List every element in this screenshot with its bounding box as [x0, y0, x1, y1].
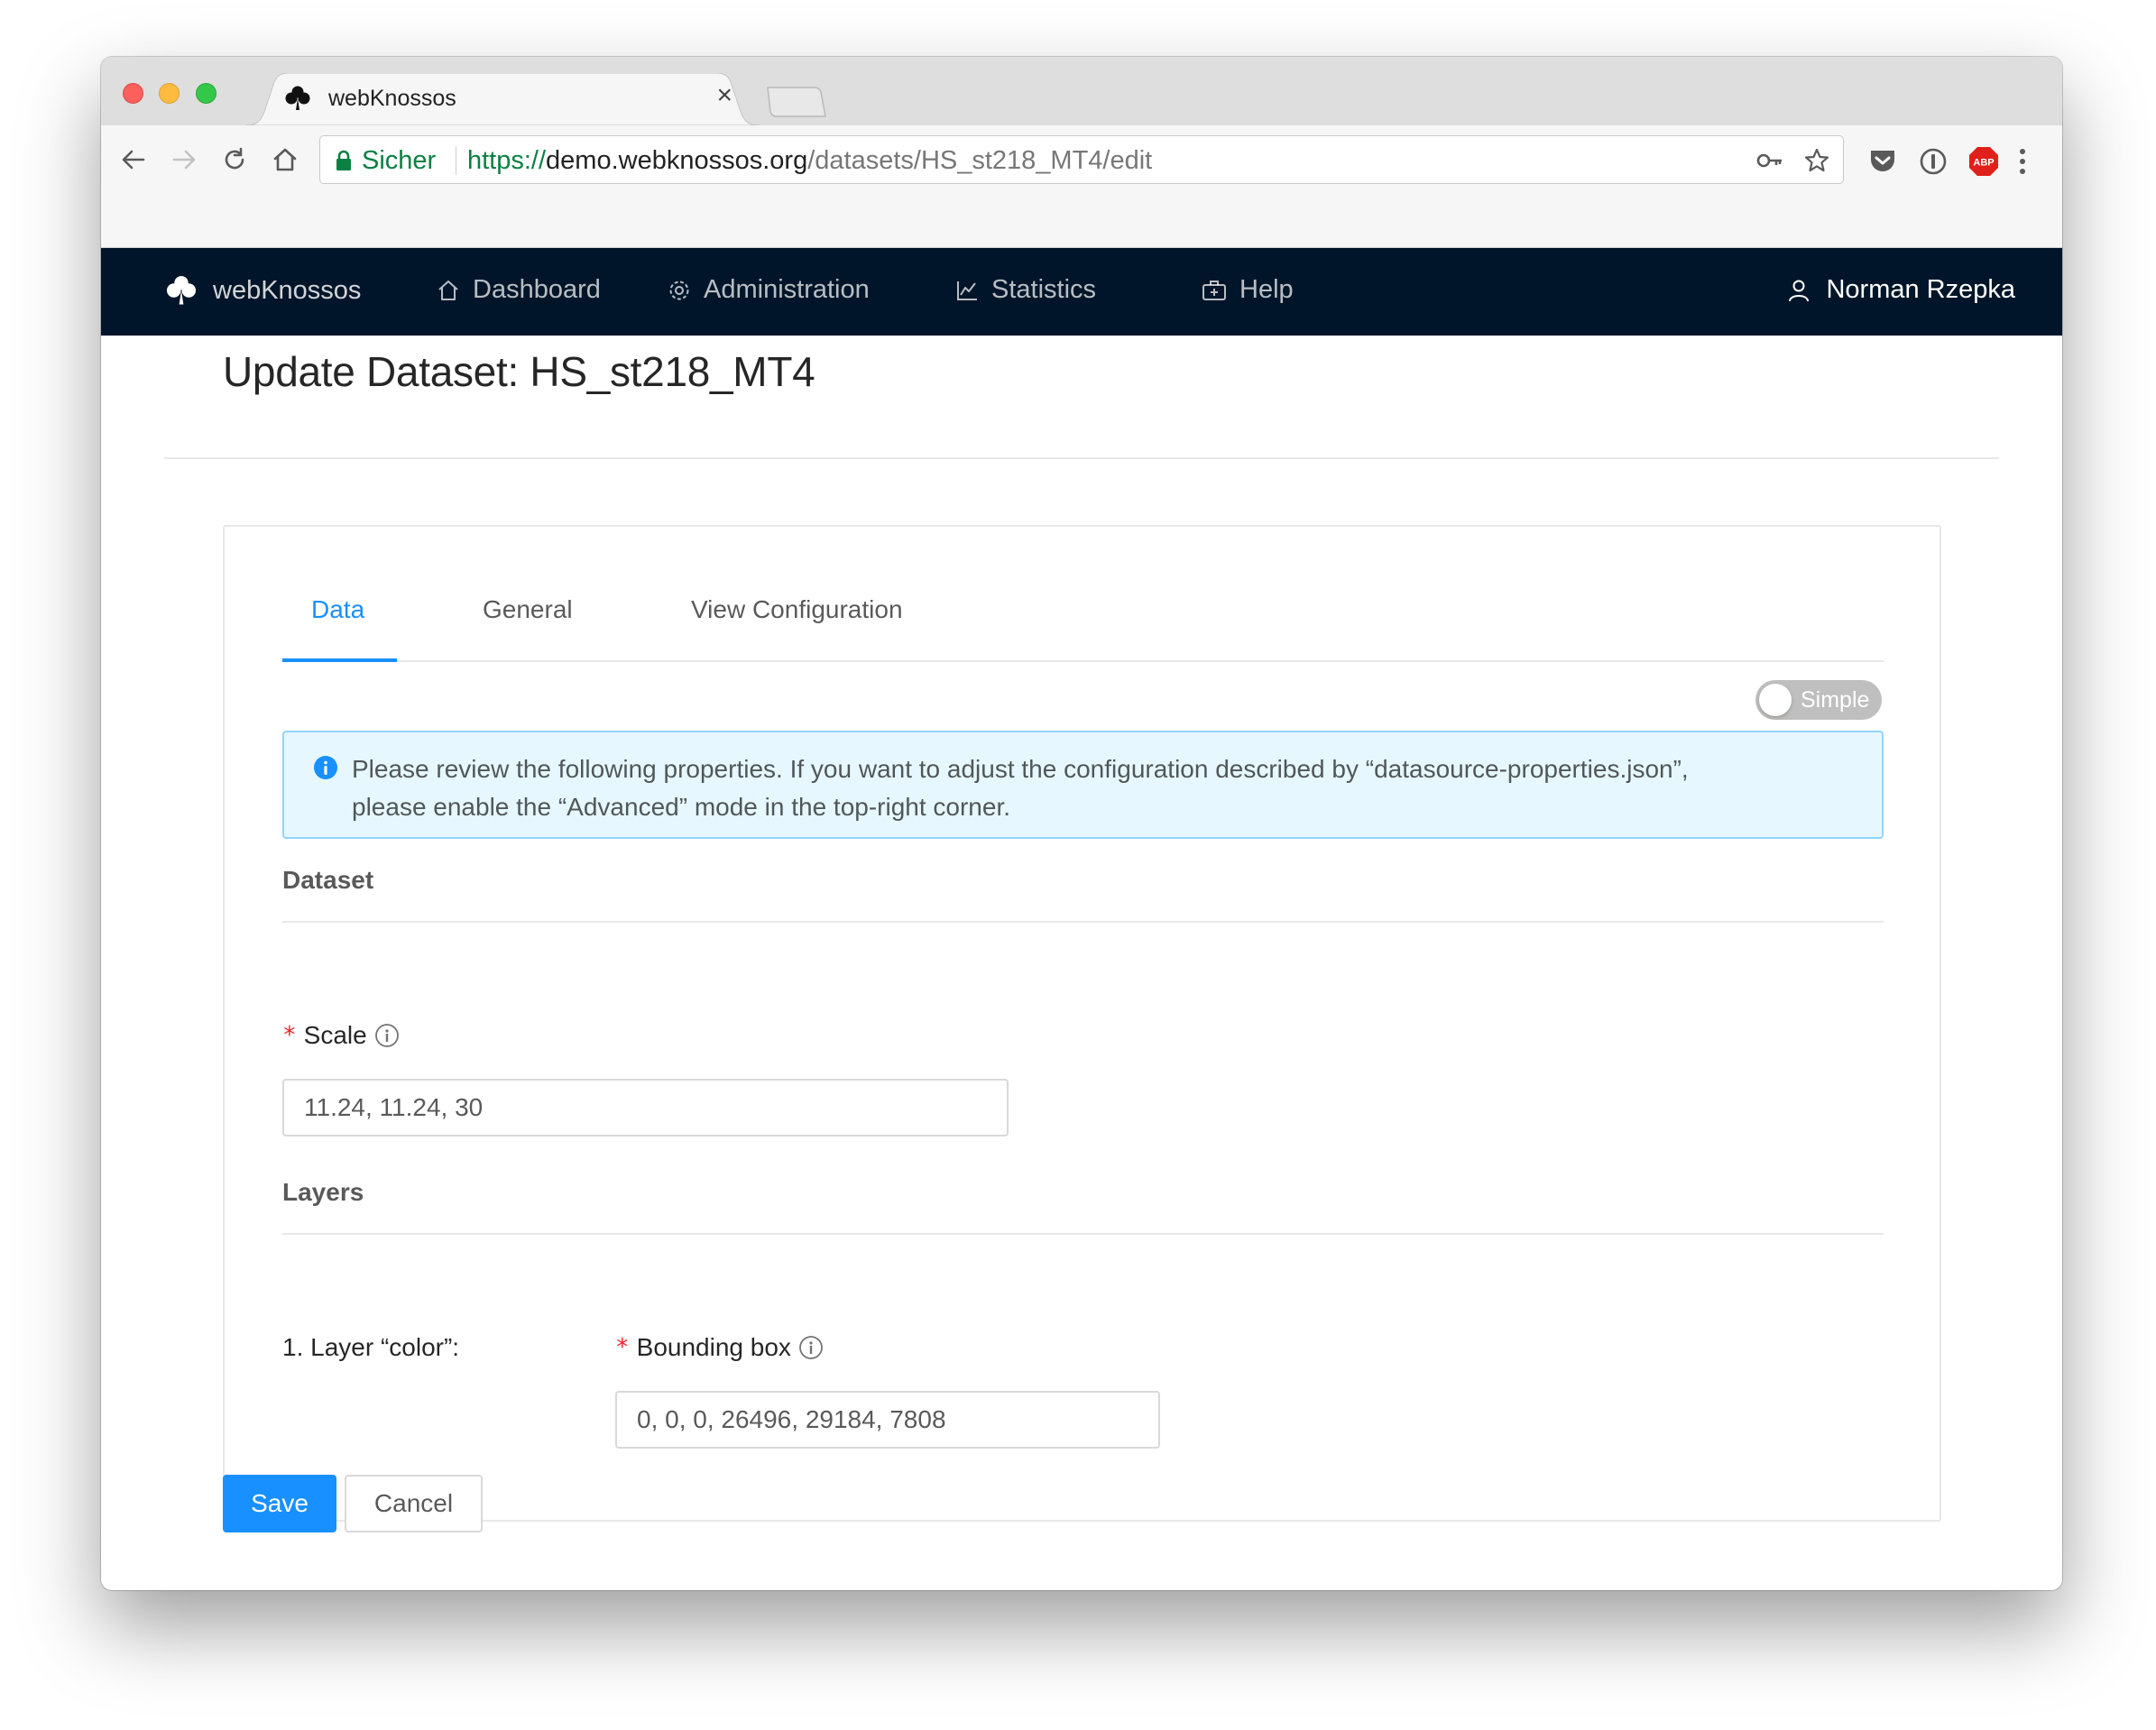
- nav-item-administration[interactable]: Administration: [668, 275, 870, 305]
- browser-toolbar: Sicher https://demo.webknossos.org/datas…: [101, 125, 2062, 248]
- page-title: Update Dataset: HS_st218_MT4: [223, 348, 815, 395]
- forward-button[interactable]: [166, 142, 202, 178]
- home-icon: [273, 148, 297, 171]
- tab-general[interactable]: General: [483, 595, 573, 624]
- brand-link[interactable]: webKnossos: [164, 273, 361, 308]
- tab-view-configuration[interactable]: View Configuration: [691, 595, 903, 624]
- required-mark: *: [615, 1334, 630, 1361]
- bounding-box-label: * Bounding box: [615, 1333, 824, 1362]
- scale-label-text: Scale: [303, 1021, 367, 1049]
- line-chart-icon: [957, 281, 977, 300]
- new-tab-button[interactable]: [764, 86, 827, 118]
- pocket-icon[interactable]: [1867, 146, 1898, 177]
- url-path: /datasets/HS_st218_MT4/edit: [807, 146, 1153, 175]
- nav-item-label: Statistics: [991, 275, 1097, 304]
- nav-item-label: Administration: [704, 275, 870, 304]
- layers-section-title: Layers: [282, 1178, 364, 1206]
- scale-input[interactable]: [282, 1079, 1009, 1136]
- gear-icon: [669, 281, 689, 299]
- browser-tabstrip: webKnossos ×: [101, 57, 2062, 125]
- alert-line-1: Please review the following properties. …: [352, 755, 1689, 783]
- user-menu[interactable]: Norman Rzepka: [1788, 275, 2015, 305]
- bounding-box-label-text: Bounding box: [636, 1333, 791, 1361]
- close-window-button[interactable]: [123, 83, 143, 104]
- settings-tabs: Data General View Configuration: [282, 579, 1884, 662]
- secure-label: Sicher: [362, 146, 437, 175]
- clover-icon: [285, 86, 310, 110]
- nav-item-statistics[interactable]: Statistics: [955, 275, 1096, 305]
- user-icon: [1789, 280, 1810, 301]
- nav-item-help[interactable]: Help: [1202, 275, 1294, 305]
- url-scheme: https://: [467, 146, 547, 175]
- maximize-window-button[interactable]: [196, 83, 217, 104]
- arrow-right-icon: [172, 150, 196, 170]
- save-button[interactable]: Save: [223, 1475, 336, 1532]
- toggle-knob: [1759, 684, 1792, 716]
- tab-data[interactable]: Data: [311, 595, 364, 624]
- cancel-button[interactable]: Cancel: [345, 1475, 483, 1532]
- user-name: Norman Rzepka: [1826, 275, 2015, 304]
- toggle-label: Simple: [1801, 687, 1870, 713]
- bounding-box-input[interactable]: [615, 1391, 1160, 1449]
- key-icon[interactable]: [1756, 147, 1783, 174]
- nav-item-label: Dashboard: [473, 275, 601, 304]
- info-circle-icon[interactable]: [374, 1023, 400, 1048]
- browser-menu-icon[interactable]: [2013, 146, 2032, 177]
- star-icon[interactable]: [1803, 147, 1830, 174]
- browser-tab-active[interactable]: webKnossos ×: [245, 73, 760, 125]
- password-manager-icon[interactable]: [1918, 146, 1949, 177]
- lock-icon: [336, 150, 351, 170]
- dataset-section-divider: [282, 921, 1884, 923]
- arrow-left-icon: [122, 150, 145, 170]
- adblock-label: ABP: [1973, 158, 1994, 169]
- layers-section-divider: [282, 1233, 1884, 1235]
- alert-line-2: please enable the “Advanced” mode in the…: [352, 793, 1011, 821]
- info-circle-icon[interactable]: [798, 1335, 824, 1360]
- title-divider: [164, 457, 1999, 459]
- url-host: demo.webknossos.org: [546, 146, 808, 175]
- reload-icon: [225, 147, 244, 170]
- scale-label: * Scale: [282, 1021, 400, 1050]
- home-button[interactable]: [267, 142, 303, 178]
- info-circle-icon: [314, 756, 337, 779]
- url-text[interactable]: https://demo.webknossos.org/datasets/HS_…: [467, 146, 1152, 176]
- adblock-icon[interactable]: ABP: [1968, 146, 1999, 177]
- brand-name: webKnossos: [213, 275, 362, 305]
- nav-item-label: Help: [1239, 275, 1294, 304]
- home-icon: [438, 280, 458, 300]
- app-header: webKnossos Dashboard Administration Stat…: [101, 248, 2062, 336]
- address-bar[interactable]: Sicher https://demo.webknossos.org/datas…: [319, 135, 1844, 184]
- alert-message: Please review the following properties. …: [352, 750, 1831, 826]
- dataset-section-title: Dataset: [282, 866, 374, 894]
- minimize-window-button[interactable]: [159, 83, 180, 104]
- medicine-box-icon: [1202, 280, 1226, 300]
- reload-button[interactable]: [217, 142, 253, 178]
- browser-window: webKnossos × Sicher https://demo.webknos…: [101, 57, 2062, 1590]
- layer-name-label: 1. Layer “color”:: [282, 1333, 460, 1361]
- clover-icon: [166, 275, 197, 305]
- active-tab-indicator: [282, 658, 397, 662]
- tab-shape: [245, 73, 760, 125]
- close-tab-icon[interactable]: ×: [716, 82, 732, 109]
- browser-tab-title: webKnossos: [328, 86, 456, 111]
- required-mark: *: [282, 1022, 297, 1049]
- dataset-settings-card: Data General View Configuration Simple P…: [223, 525, 1941, 1522]
- back-button[interactable]: [115, 142, 152, 178]
- simple-advanced-toggle[interactable]: Simple: [1755, 680, 1882, 720]
- info-alert: Please review the following properties. …: [282, 731, 1884, 839]
- nav-item-dashboard[interactable]: Dashboard: [437, 275, 601, 305]
